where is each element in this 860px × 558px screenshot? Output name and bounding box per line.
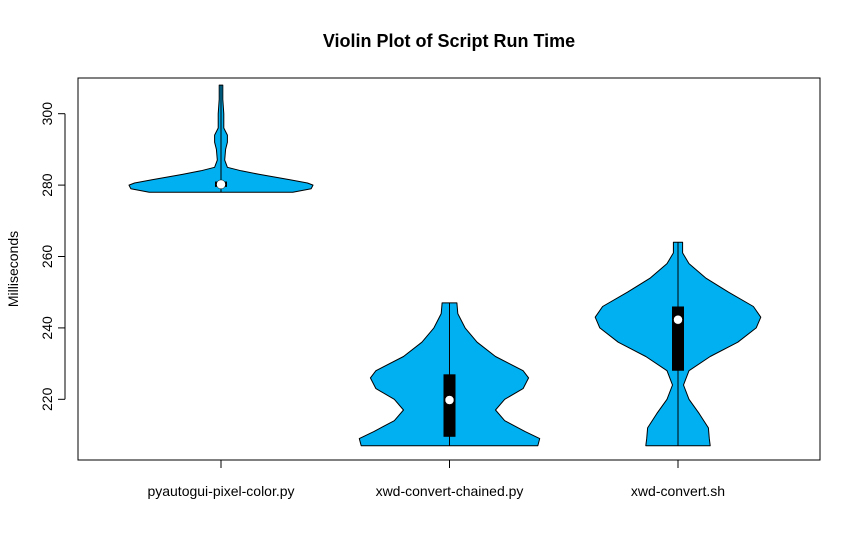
chart-title: Violin Plot of Script Run Time [323,31,575,51]
y-tick-label: 220 [39,387,55,411]
y-tick-label: 280 [39,173,55,197]
x-tick-label: pyautogui-pixel-color.py [147,483,294,499]
x-tick-label: xwd-convert.sh [631,483,725,499]
violin-layer [128,84,762,447]
x-axis: pyautogui-pixel-color.py xwd-convert-chai… [147,459,725,499]
y-axis: 220 240 260 280 300 [39,102,66,411]
violin-median-point [444,395,455,405]
violin-iqr-box [443,374,456,437]
violin-median-point [673,314,683,325]
y-tick-label: 260 [39,245,55,269]
y-axis-label: Milliseconds [5,231,21,307]
y-tick-label: 300 [39,102,55,126]
y-tick-label: 240 [39,316,55,340]
violin-chart: Violin Plot of Script Run Time Milliseco… [5,31,821,499]
violin-median-point [216,179,226,190]
x-tick-label: xwd-convert-chained.py [376,483,524,499]
